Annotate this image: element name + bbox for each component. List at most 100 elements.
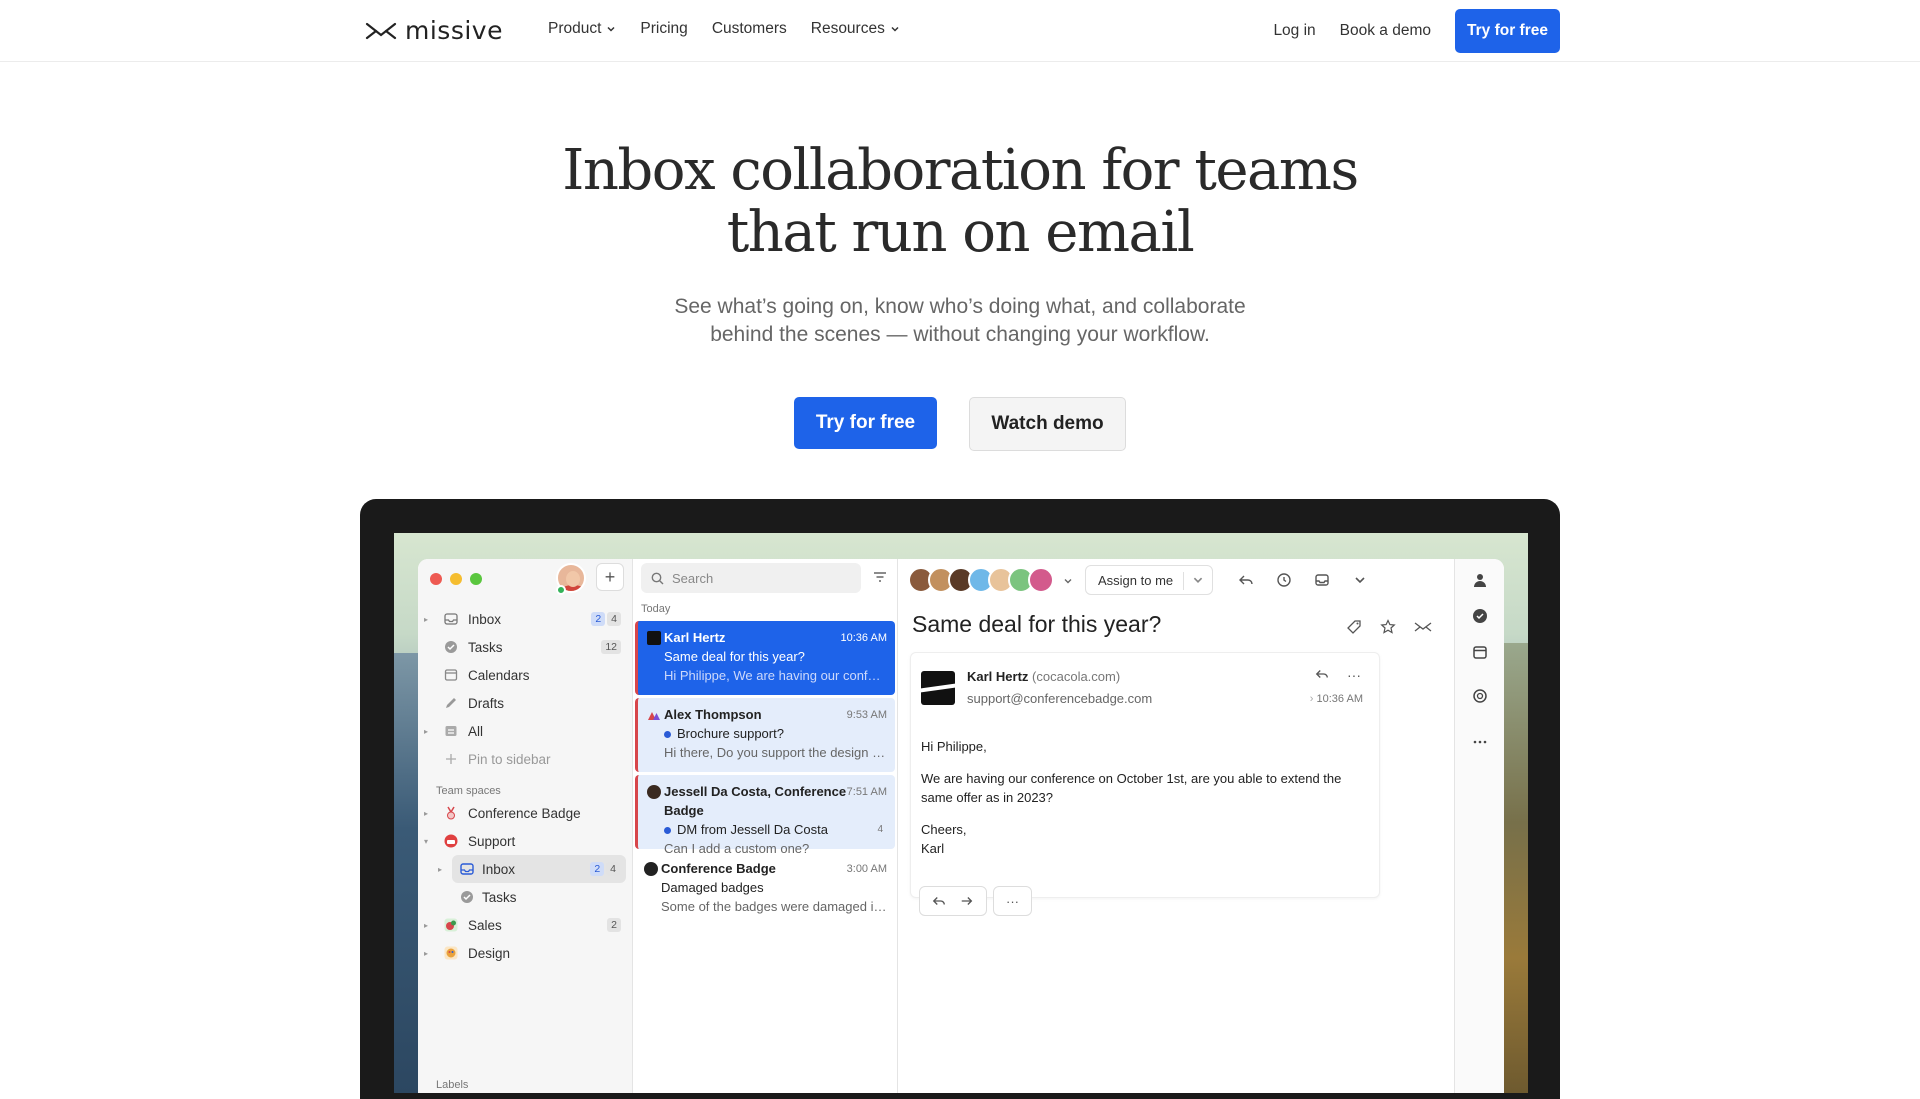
sidebar-item-label: Tasks xyxy=(482,889,517,905)
assign-label: Assign to me xyxy=(1098,572,1174,588)
sender-name[interactable]: Karl Hertz xyxy=(967,669,1028,684)
badge-icon xyxy=(447,806,455,820)
top-navigation: missive Product Pricing Customers Resour… xyxy=(0,0,1920,62)
search-input[interactable]: Search xyxy=(641,563,861,593)
calendar-icon xyxy=(444,669,458,681)
tasks-check-icon[interactable] xyxy=(1472,608,1488,624)
chevron-down-icon xyxy=(607,26,615,32)
chevron-down-icon[interactable] xyxy=(1352,572,1368,588)
conversation-preview: Hi there, Do you support the design and … xyxy=(664,745,887,760)
snooze-clock-icon[interactable] xyxy=(1276,572,1292,588)
sidebar-item-support[interactable]: ▾ Support xyxy=(418,827,633,855)
expand-caret-icon[interactable]: ▸ xyxy=(438,865,442,874)
sidebar-item-support-inbox[interactable]: ▸ Inbox 24 xyxy=(438,855,626,883)
support-icon xyxy=(444,834,458,848)
conversation-subject: Same deal for this year? xyxy=(664,649,805,664)
message-body: Hi Philippe, We are having our conferenc… xyxy=(921,737,1371,871)
reply-icon[interactable] xyxy=(1238,572,1254,588)
team-spaces-heading: Team spaces xyxy=(436,785,501,797)
sales-count-badge: 2 xyxy=(607,918,621,932)
sidebar-item-conference-badge[interactable]: ▸ Conference Badge xyxy=(418,799,633,827)
unread-dot-icon xyxy=(664,731,671,739)
conversation-item[interactable]: Conference Badge 3:00 AM Damaged badges … xyxy=(635,852,895,926)
more-options-icon[interactable]: ··· xyxy=(1347,667,1361,683)
nav-product[interactable]: Product xyxy=(548,20,616,38)
watch-demo-button[interactable]: Watch demo xyxy=(969,397,1126,451)
label-tag-icon[interactable] xyxy=(1346,619,1362,635)
brand-logo[interactable]: missive xyxy=(365,16,503,45)
message-actions: ··· xyxy=(1315,667,1361,683)
sidebar-item-inbox[interactable]: ▸ Inbox 24 xyxy=(418,605,633,633)
try-free-nav-button[interactable]: Try for free xyxy=(1455,9,1560,53)
expand-caret-icon[interactable]: ▸ xyxy=(424,809,428,818)
subject-actions xyxy=(1346,619,1432,635)
message-from: Karl Hertz (cocacola.com) xyxy=(967,669,1120,684)
hero-title: Inbox collaboration for teams that run o… xyxy=(0,140,1920,264)
filter-icon[interactable] xyxy=(873,571,887,583)
conversation-preview: Some of the badges were damaged in deliv… xyxy=(661,899,887,914)
sidebar-item-sales[interactable]: ▸ Sales 2 xyxy=(418,911,633,939)
unread-dot-icon xyxy=(664,827,671,835)
missive-logo-icon[interactable] xyxy=(1414,619,1432,635)
try-free-button[interactable]: Try for free xyxy=(794,397,937,449)
book-demo-link[interactable]: Book a demo xyxy=(1340,22,1431,40)
nav-resources[interactable]: Resources xyxy=(811,20,900,38)
pin-to-sidebar-button[interactable]: Pin to sidebar xyxy=(418,745,633,773)
sender-logo-icon xyxy=(647,631,661,645)
hero-subtitle-line1: See what’s going on, know who’s doing wh… xyxy=(674,295,1246,318)
calendar-icon[interactable] xyxy=(1472,644,1488,660)
message-time: › 10:36 AM xyxy=(1309,693,1363,705)
team-avatars[interactable] xyxy=(908,567,1054,593)
sidebar-item-design[interactable]: ▸ Design xyxy=(418,939,633,967)
maximize-window-icon[interactable] xyxy=(470,573,482,585)
openai-icon[interactable] xyxy=(1472,688,1488,704)
chevron-down-icon[interactable] xyxy=(1192,574,1204,586)
close-window-icon[interactable] xyxy=(430,573,442,585)
total-count-badge: 4 xyxy=(607,612,621,626)
login-link[interactable]: Log in xyxy=(1273,22,1315,40)
contact-icon[interactable] xyxy=(1472,572,1488,588)
sidebar-item-support-tasks[interactable]: Tasks xyxy=(418,883,633,911)
sidebar-item-tasks[interactable]: Tasks 12 xyxy=(418,633,633,661)
conversation-time: 9:53 AM xyxy=(846,709,887,721)
minimize-window-icon[interactable] xyxy=(450,573,462,585)
hero-subtitle-line2: behind the scenes — without changing you… xyxy=(710,323,1210,346)
sidebar-item-all[interactable]: ▸ All xyxy=(418,717,633,745)
sidebar-item-drafts[interactable]: Drafts xyxy=(418,689,633,717)
message-count: 4 xyxy=(877,824,883,835)
star-icon[interactable] xyxy=(1380,619,1396,635)
assign-to-me-button[interactable]: Assign to me xyxy=(1085,565,1213,595)
sender-email: support@conferencebadge.com xyxy=(967,691,1153,706)
conversation-item[interactable]: Alex Thompson 9:53 AM Brochure support? … xyxy=(635,698,895,772)
sidebar-item-label: Conference Badge xyxy=(468,805,581,821)
reply-icon[interactable] xyxy=(1315,667,1329,681)
missive-app-window: + ▸ Inbox 24 Tasks 12 Calendars Drafts ▸… xyxy=(418,559,1504,1093)
expand-caret-icon[interactable]: ▸ xyxy=(424,949,428,958)
nav-customers[interactable]: Customers xyxy=(712,20,787,38)
expand-caret-icon[interactable]: ▸ xyxy=(424,921,428,930)
nav-pricing[interactable]: Pricing xyxy=(640,20,687,38)
collapse-caret-icon[interactable]: ▾ xyxy=(424,837,428,846)
laptop-screen: + ▸ Inbox 24 Tasks 12 Calendars Drafts ▸… xyxy=(394,533,1528,1093)
nav-resources-label: Resources xyxy=(810,20,885,37)
check-circle-icon xyxy=(461,891,473,903)
sidebar-item-calendars[interactable]: Calendars xyxy=(418,661,633,689)
reply-icon[interactable] xyxy=(932,894,946,908)
message-paragraph: Hi Philippe, xyxy=(921,739,987,754)
expand-caret-icon[interactable]: ▸ xyxy=(424,727,428,736)
more-actions-button[interactable]: ··· xyxy=(993,886,1032,916)
chevron-down-icon[interactable] xyxy=(1063,576,1073,586)
expand-caret-icon[interactable]: ▸ xyxy=(424,615,428,624)
conversation-item[interactable]: Karl Hertz 10:36 AM Same deal for this y… xyxy=(635,621,895,695)
sender-avatar-icon xyxy=(647,785,661,799)
inbox-icon xyxy=(460,863,474,875)
hero-actions: Try for free Watch demo xyxy=(0,397,1920,451)
nav-customers-label: Customers xyxy=(711,20,787,37)
archive-icon[interactable] xyxy=(1314,572,1330,588)
conversation-item[interactable]: Jessell Da Costa, Conference Badge 7:51 … xyxy=(635,775,895,856)
forward-icon[interactable] xyxy=(960,894,974,908)
compose-button[interactable]: + xyxy=(596,563,624,591)
more-options-icon[interactable] xyxy=(1472,734,1488,750)
sidebar-item-label: Inbox xyxy=(482,861,516,877)
missive-logo-icon xyxy=(365,22,397,39)
